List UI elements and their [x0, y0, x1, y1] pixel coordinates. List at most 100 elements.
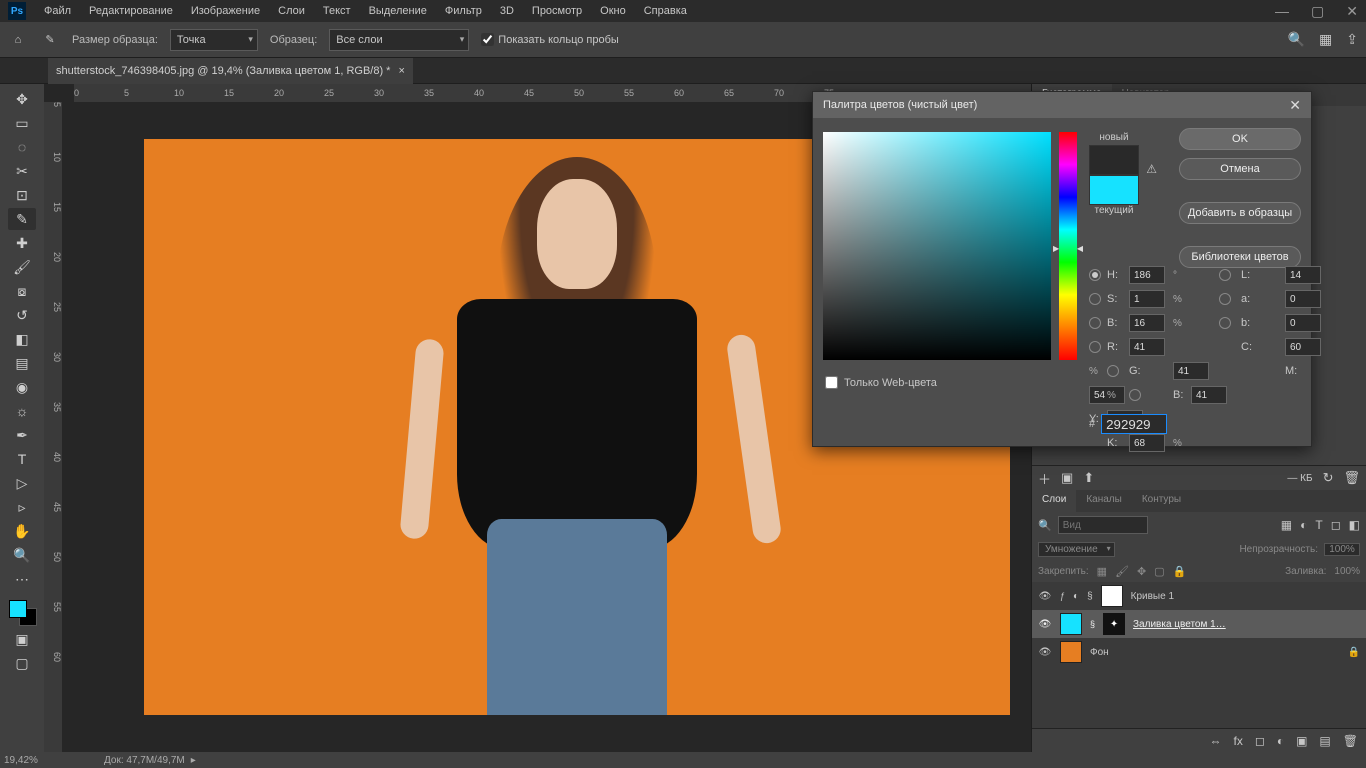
- eyedropper-tool[interactable]: ✎: [8, 208, 36, 230]
- menu-filter[interactable]: Фильтр: [445, 5, 482, 17]
- layer-fx-icon[interactable]: fx: [1234, 734, 1243, 748]
- new-folder-icon[interactable]: ▣: [1061, 470, 1073, 486]
- search-icon[interactable]: 🔍: [1038, 519, 1052, 532]
- lock-transparent-icon[interactable]: ▦: [1097, 565, 1107, 578]
- filter-smart-icon[interactable]: ◧: [1349, 518, 1360, 532]
- screenmode-tool[interactable]: ▢: [8, 652, 36, 674]
- hex-input[interactable]: [1101, 414, 1167, 434]
- menu-help[interactable]: Справка: [644, 5, 687, 17]
- menu-select[interactable]: Выделение: [369, 5, 427, 17]
- crop-tool[interactable]: ⊡: [8, 184, 36, 206]
- menu-3d[interactable]: 3D: [500, 5, 514, 17]
- zoom-level[interactable]: 19,42%: [4, 755, 74, 766]
- lock-artboard-icon[interactable]: ▢: [1154, 565, 1164, 578]
- document-tab[interactable]: shutterstock_746398405.jpg @ 19,4% (Зали…: [48, 58, 413, 84]
- quick-select-tool[interactable]: ✂: [8, 160, 36, 182]
- gamut-warning-icon[interactable]: ⚠: [1146, 162, 1157, 176]
- healing-tool[interactable]: ✚: [8, 232, 36, 254]
- delete-layer-icon[interactable]: 🗑: [1343, 734, 1358, 748]
- layer-mask-icon[interactable]: ◻: [1255, 734, 1265, 748]
- input-Blue[interactable]: [1191, 386, 1227, 404]
- input-S[interactable]: [1129, 290, 1165, 308]
- minimize-icon[interactable]: —: [1275, 3, 1289, 20]
- filter-adjust-icon[interactable]: ◐: [1300, 518, 1307, 532]
- radio-S[interactable]: [1089, 293, 1101, 305]
- tab-paths[interactable]: Контуры: [1132, 490, 1191, 512]
- stamp-tool[interactable]: ⧇: [8, 280, 36, 302]
- lasso-tool[interactable]: ◌: [8, 136, 36, 158]
- share-icon[interactable]: ⇪: [1346, 31, 1358, 48]
- doc-info[interactable]: Док: 47,7M/49,7M: [104, 755, 185, 766]
- layer-item-curves[interactable]: 👁 ƒ ◐ § Кривые 1: [1032, 582, 1366, 610]
- radio-b[interactable]: [1219, 317, 1231, 329]
- input-C[interactable]: [1285, 338, 1321, 356]
- input-L[interactable]: [1285, 266, 1321, 284]
- arrange-icon[interactable]: ▦: [1319, 31, 1332, 48]
- lock-paint-icon[interactable]: 🖌: [1115, 565, 1129, 578]
- input-K[interactable]: [1129, 434, 1165, 452]
- move-tool[interactable]: ✥: [8, 88, 36, 110]
- menu-view[interactable]: Просмотр: [532, 5, 582, 17]
- import-icon[interactable]: ⬆: [1083, 470, 1094, 486]
- filter-pixel-icon[interactable]: ▦: [1281, 518, 1292, 532]
- close-icon[interactable]: ✕: [1346, 3, 1358, 20]
- input-R[interactable]: [1129, 338, 1165, 356]
- visibility-icon[interactable]: 👁: [1038, 591, 1052, 602]
- layer-search-input[interactable]: [1058, 516, 1148, 534]
- blur-tool[interactable]: ◉: [8, 376, 36, 398]
- layer-item-background[interactable]: 👁 Фон 🔒: [1032, 638, 1366, 666]
- web-only-input[interactable]: [825, 376, 838, 389]
- adjustment-layer-icon[interactable]: ◐: [1277, 734, 1284, 748]
- eraser-tool[interactable]: ◧: [8, 328, 36, 350]
- hand-tool[interactable]: ✋: [8, 520, 36, 542]
- new-layer-icon[interactable]: ＋: [1038, 469, 1051, 488]
- visibility-icon[interactable]: 👁: [1038, 647, 1052, 658]
- menu-file[interactable]: Файл: [44, 5, 71, 17]
- tab-channels[interactable]: Каналы: [1076, 490, 1132, 512]
- saturation-field[interactable]: [823, 132, 1051, 360]
- history-brush-tool[interactable]: ↺: [8, 304, 36, 326]
- layer-item-color-fill[interactable]: 👁 § ✦ Заливка цветом 1…: [1032, 610, 1366, 638]
- path-select-tool[interactable]: ▷: [8, 472, 36, 494]
- tab-layers[interactable]: Слои: [1032, 490, 1076, 512]
- input-b[interactable]: [1285, 314, 1321, 332]
- current-color-swatch[interactable]: [1089, 175, 1139, 205]
- blend-mode-dropdown[interactable]: Умножение: [1038, 542, 1115, 557]
- input-G[interactable]: [1173, 362, 1209, 380]
- ok-button[interactable]: OK: [1179, 128, 1301, 150]
- color-swatches[interactable]: [7, 598, 37, 626]
- add-swatch-button[interactable]: Добавить в образцы: [1179, 202, 1301, 224]
- fill-value[interactable]: 100%: [1334, 566, 1360, 577]
- edit-toolbar[interactable]: ⋯: [8, 568, 36, 590]
- visibility-icon[interactable]: 👁: [1038, 619, 1052, 630]
- color-picker-titlebar[interactable]: Палитра цветов (чистый цвет) ✕: [813, 92, 1311, 118]
- marquee-tool[interactable]: ▭: [8, 112, 36, 134]
- chevron-right-icon[interactable]: ▸: [191, 755, 196, 766]
- show-ring-input[interactable]: [481, 33, 494, 46]
- radio-L[interactable]: [1219, 269, 1231, 281]
- sample-size-dropdown[interactable]: Точка: [170, 29, 258, 51]
- saturation-cursor[interactable]: [824, 326, 834, 336]
- search-icon[interactable]: 🔍: [1288, 31, 1305, 48]
- show-ring-checkbox[interactable]: Показать кольцо пробы: [481, 33, 619, 46]
- cancel-button[interactable]: Отмена: [1179, 158, 1301, 180]
- filter-shape-icon[interactable]: ◻: [1331, 518, 1341, 532]
- menu-window[interactable]: Окно: [600, 5, 626, 17]
- menu-layers[interactable]: Слои: [278, 5, 305, 17]
- radio-R[interactable]: [1089, 341, 1101, 353]
- home-icon[interactable]: ⌂: [8, 30, 28, 50]
- quickmask-tool[interactable]: ▣: [8, 628, 36, 650]
- radio-G[interactable]: [1107, 365, 1119, 377]
- menu-image[interactable]: Изображение: [191, 5, 260, 17]
- input-H[interactable]: [1129, 266, 1165, 284]
- link-layers-icon[interactable]: ⇔: [1210, 734, 1222, 748]
- lock-all-icon[interactable]: 🔒: [1173, 565, 1187, 578]
- new-layer-icon[interactable]: ▤: [1319, 734, 1330, 748]
- radio-a[interactable]: [1219, 293, 1231, 305]
- sample-source-dropdown[interactable]: Все слои: [329, 29, 469, 51]
- pen-tool[interactable]: ✒: [8, 424, 36, 446]
- input-a[interactable]: [1285, 290, 1321, 308]
- radio-B2[interactable]: [1129, 389, 1141, 401]
- direct-select-tool[interactable]: ▹: [8, 496, 36, 518]
- layer-mask-thumb[interactable]: ✦: [1103, 613, 1125, 635]
